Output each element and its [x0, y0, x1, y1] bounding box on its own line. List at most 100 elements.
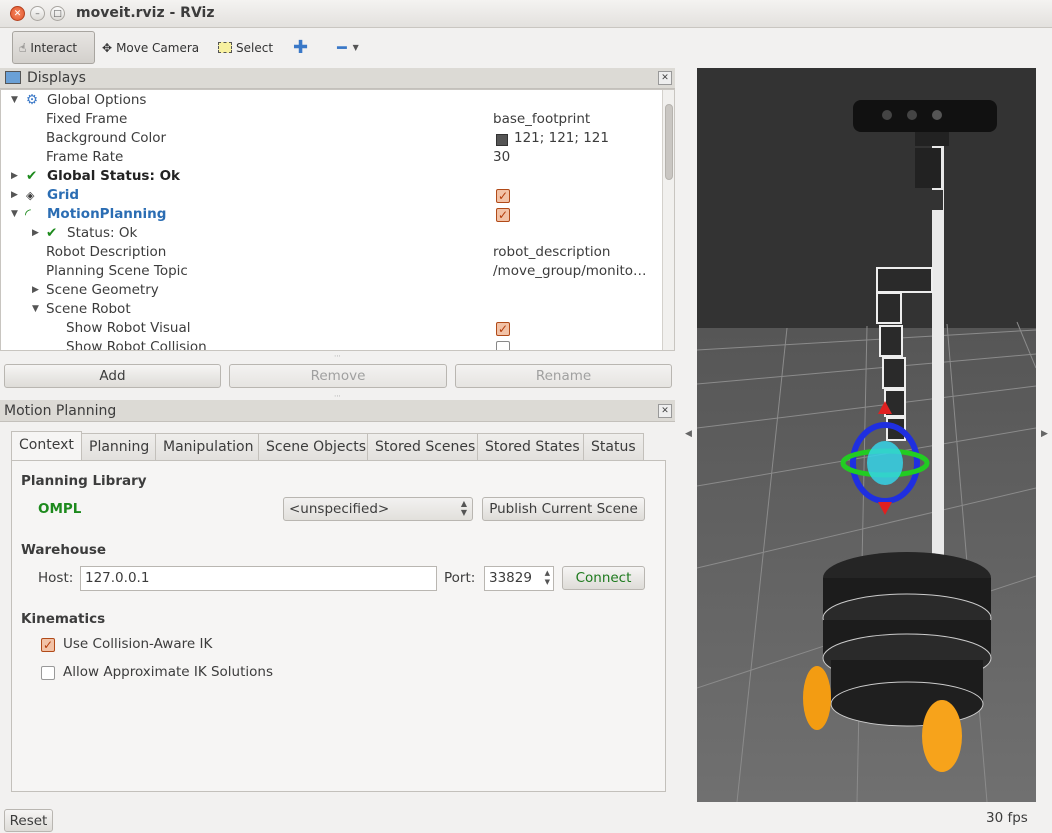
tree-label: Frame Rate [46, 149, 124, 165]
collapsed-arrow-icon[interactable]: ▶ [32, 281, 39, 300]
tab-status[interactable]: Status [583, 433, 644, 460]
tree-value[interactable]: robot_description [493, 243, 610, 262]
remove-tool-button[interactable]: ━ ▼ [331, 31, 365, 64]
hand-pointer-icon: ☝ [19, 40, 27, 55]
robot-mast [932, 146, 944, 576]
tree-row-frame-rate[interactable]: Frame Rate 30 [1, 148, 661, 167]
tree-row-show-robot-visual[interactable]: Show Robot Visual ✓ [1, 319, 661, 338]
tree-label: Show Robot Collision [66, 339, 207, 351]
tab-stored-scenes[interactable]: Stored Scenes [367, 433, 484, 460]
tree-value[interactable]: 121; 121; 121 [514, 129, 609, 148]
color-swatch[interactable] [496, 134, 508, 146]
title-bar: ✕ – □ moveit.rviz - RViz [0, 0, 1052, 28]
grid-icon: ◈ [26, 189, 35, 202]
expanded-arrow-icon[interactable]: ▼ [32, 300, 39, 319]
planning-library-heading: Planning Library [21, 473, 147, 489]
tab-scene-objects[interactable]: Scene Objects [258, 433, 375, 460]
tree-label: Global Options [47, 92, 147, 108]
remove-display-button[interactable]: Remove [229, 364, 447, 388]
collapsed-arrow-icon[interactable]: ▶ [32, 224, 39, 243]
collapse-left-arrow-icon[interactable]: ◀ [685, 429, 692, 439]
tab-manipulation[interactable]: Manipulation [155, 433, 262, 460]
scrollbar-thumb[interactable] [665, 104, 673, 180]
reset-button[interactable]: Reset [4, 809, 53, 832]
spin-arrows-icon: ▲ ▼ [460, 499, 467, 517]
motion-planning-title: Motion Planning [4, 403, 117, 419]
minimize-window-button[interactable]: – [30, 6, 45, 21]
close-panel-icon[interactable]: ✕ [658, 71, 672, 85]
tree-value[interactable]: 30 [493, 148, 510, 167]
tree-row-show-robot-collision[interactable]: Show Robot Collision [1, 338, 661, 351]
grid-enabled-checkbox[interactable]: ✓ [496, 189, 510, 203]
tree-row-motion-planning[interactable]: ▼ ◜ MotionPlanning ✓ [1, 205, 661, 224]
collapsed-arrow-icon[interactable]: ▶ [11, 186, 18, 205]
motion-planning-panel-header: Motion Planning ✕ [0, 400, 675, 422]
tree-label: MotionPlanning [47, 206, 167, 222]
splitter-grip[interactable]: ⋯ [334, 392, 341, 400]
tab-planning[interactable]: Planning [81, 433, 158, 460]
connect-button[interactable]: Connect [562, 566, 645, 590]
tab-context[interactable]: Context [11, 431, 82, 460]
select-label: Select [236, 40, 274, 55]
tree-row-global-options[interactable]: ▼ ⚙ Global Options [1, 91, 661, 110]
publish-current-scene-button[interactable]: Publish Current Scene [482, 497, 645, 521]
minus-icon: ━ [337, 38, 347, 57]
tree-row-background-color[interactable]: Background Color 121; 121; 121 [1, 129, 661, 148]
displays-tree[interactable]: ▼ ⚙ Global Options Fixed Frame base_foot… [0, 89, 675, 351]
host-input[interactable]: 127.0.0.1 [80, 566, 437, 591]
collapse-right-arrow-icon[interactable]: ▶ [1041, 429, 1048, 439]
tab-stored-states[interactable]: Stored States [477, 433, 588, 460]
plus-icon: ✚ [293, 37, 309, 58]
expanded-arrow-icon[interactable]: ▼ [11, 205, 18, 224]
tree-label: Grid [47, 187, 80, 203]
tree-value[interactable]: base_footprint [493, 110, 590, 129]
motion-planning-enabled-checkbox[interactable]: ✓ [496, 208, 510, 222]
tree-label: Background Color [46, 130, 167, 146]
splitter-grip[interactable]: ⋯ [334, 352, 341, 360]
tree-label: Status: Ok [67, 225, 138, 241]
approx-ik-checkbox[interactable] [41, 666, 55, 680]
tree-scrollbar[interactable] [662, 90, 674, 350]
displays-title: Displays [27, 70, 86, 86]
tree-value[interactable]: /move_group/monito… [493, 262, 647, 281]
planner-select[interactable]: <unspecified> ▲ ▼ [283, 497, 473, 521]
add-tool-button[interactable]: ✚ [287, 31, 314, 64]
interact-tool-button[interactable]: ☝ Interact [12, 31, 95, 64]
rename-display-button[interactable]: Rename [455, 364, 672, 388]
move-camera-tool-button[interactable]: ✥ Move Camera [96, 31, 205, 64]
tree-row-scene-robot[interactable]: ▼ Scene Robot [1, 300, 661, 319]
approx-ik-label: Allow Approximate IK Solutions [63, 664, 274, 680]
tree-row-robot-description[interactable]: Robot Description robot_description [1, 243, 661, 262]
tree-label: Global Status: Ok [47, 168, 181, 184]
add-display-button[interactable]: Add [4, 364, 221, 388]
close-window-button[interactable]: ✕ [10, 6, 25, 21]
pan-tilt-servo [919, 190, 943, 210]
select-tool-button[interactable]: Select [212, 31, 279, 64]
move-camera-icon: ✥ [102, 40, 113, 55]
maximize-window-button[interactable]: □ [50, 6, 65, 21]
interact-label: Interact [30, 40, 78, 55]
collapsed-arrow-icon[interactable]: ▶ [11, 167, 18, 186]
show-robot-collision-checkbox[interactable] [496, 341, 510, 350]
port-value: 33829 [489, 570, 532, 586]
select-rect-icon [218, 42, 232, 53]
spin-arrows-icon[interactable]: ▲ ▼ [545, 569, 550, 587]
tree-row-status-ok[interactable]: ▶ ✔ Status: Ok [1, 224, 661, 243]
tree-row-scene-geometry[interactable]: ▶ Scene Geometry [1, 281, 661, 300]
tree-row-planning-scene-topic[interactable]: Planning Scene Topic /move_group/monito… [1, 262, 661, 281]
fps-readout: 30 fps [986, 810, 1028, 826]
tree-row-grid[interactable]: ▶ ◈ Grid ✓ [1, 186, 661, 205]
planning-library-name: OMPL [38, 501, 82, 517]
tree-row-fixed-frame[interactable]: Fixed Frame base_footprint [1, 110, 661, 129]
window-title: moveit.rviz - RViz [76, 5, 215, 21]
show-robot-visual-checkbox[interactable]: ✓ [496, 322, 510, 336]
close-panel-icon[interactable]: ✕ [658, 404, 672, 418]
planner-select-value: <unspecified> [289, 501, 390, 517]
render-3d-view[interactable] [697, 68, 1036, 802]
tree-row-global-status[interactable]: ▶ ✔ Global Status: Ok [1, 167, 661, 186]
chevron-down-icon: ▼ [352, 43, 359, 52]
collision-aware-ik-checkbox[interactable]: ✓ [41, 638, 55, 652]
port-spinbox[interactable]: 33829 ▲ ▼ [484, 566, 554, 591]
kinematics-heading: Kinematics [21, 611, 106, 627]
expanded-arrow-icon[interactable]: ▼ [11, 91, 18, 110]
